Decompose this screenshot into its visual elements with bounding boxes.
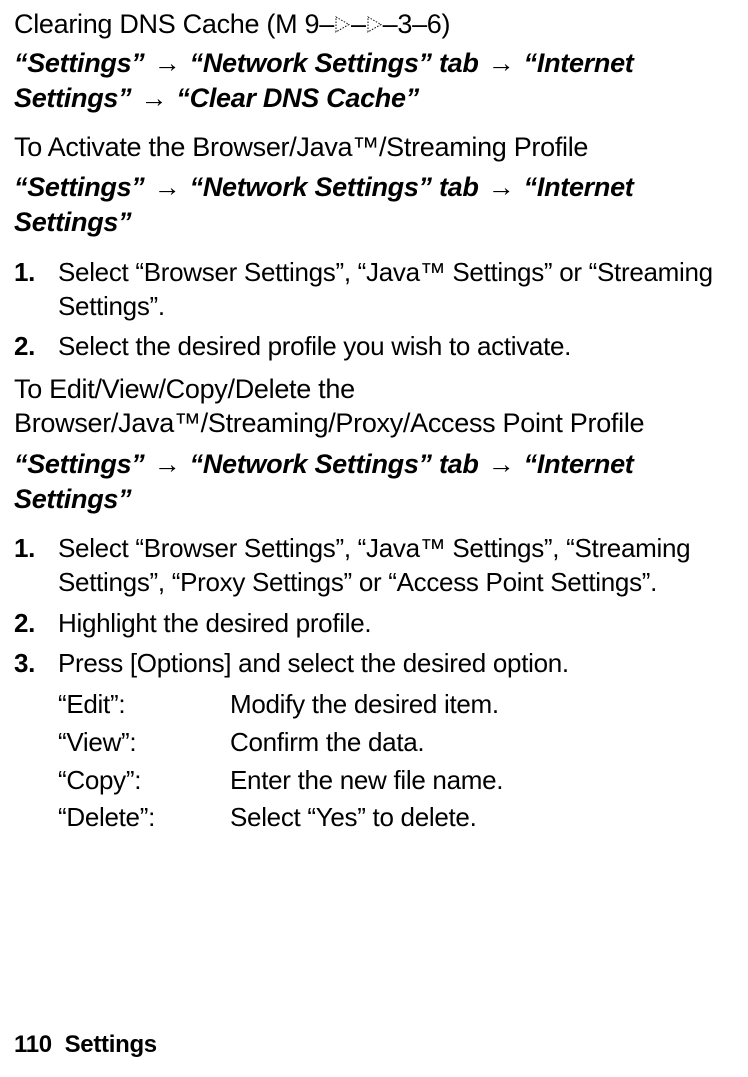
- section-subheading-edit: To Edit/View/Copy/Delete the Browser/Jav…: [14, 373, 734, 441]
- steps-edit: 1. Select “Browser Settings”, “Java™ Set…: [14, 531, 734, 680]
- page-footer: 110 Settings: [14, 1031, 157, 1059]
- option-desc: Modify the desired item.: [230, 686, 499, 724]
- path-part: “Network Settings” tab: [190, 172, 479, 202]
- step-number: 1.: [14, 531, 35, 565]
- option-label: “Copy”:: [58, 762, 230, 800]
- list-item: 3. Press [Options] and select the desire…: [14, 646, 734, 680]
- right-triangle-icon: [334, 15, 351, 34]
- step-text: Select “Browser Settings”, “Java™ Settin…: [58, 257, 713, 321]
- list-item: 1. Select “Browser Settings”, “Java™ Set…: [14, 531, 734, 600]
- section-subheading-activate: To Activate the Browser/Java™/Streaming …: [14, 131, 734, 165]
- step-text: Highlight the desired profile.: [58, 608, 371, 638]
- options-list: “Edit”: Modify the desired item. “View”:…: [14, 686, 734, 837]
- option-label: “View”:: [58, 724, 230, 762]
- step-number: 2.: [14, 606, 35, 640]
- path-part: “Settings”: [14, 172, 145, 202]
- dash: –: [351, 9, 366, 39]
- heading-prefix: Clearing DNS Cache (M 9–: [14, 9, 334, 39]
- nav-path-clear-dns: “Settings” → “Network Settings” tab → “I…: [14, 46, 734, 116]
- list-item: 1. Select “Browser Settings”, “Java™ Set…: [14, 255, 734, 324]
- step-number: 2.: [14, 329, 35, 363]
- option-row: “Copy”: Enter the new file name.: [14, 762, 734, 800]
- path-part: “Settings”: [14, 449, 145, 479]
- step-text: Select “Browser Settings”, “Java™ Settin…: [58, 533, 690, 597]
- option-label: “Edit”:: [58, 686, 230, 724]
- path-part: “Clear DNS Cache”: [176, 83, 419, 113]
- path-part: “Network Settings” tab: [190, 48, 479, 78]
- option-desc: Confirm the data.: [230, 724, 424, 762]
- arrow-icon: →: [486, 449, 517, 479]
- nav-path-edit: “Settings” → “Network Settings” tab → “I…: [14, 447, 734, 517]
- step-number: 3.: [14, 646, 35, 680]
- option-desc: Select “Yes” to delete.: [230, 799, 477, 837]
- arrow-icon: →: [139, 83, 170, 113]
- arrow-icon: →: [486, 172, 517, 202]
- step-text: Select the desired profile you wish to a…: [58, 331, 571, 361]
- option-row: “View”: Confirm the data.: [14, 724, 734, 762]
- option-label: “Delete”:: [58, 799, 230, 837]
- heading-suffix: –3–6): [383, 9, 451, 39]
- right-triangle-icon: [366, 15, 383, 34]
- arrow-icon: →: [152, 48, 183, 78]
- page-number: 110: [14, 1031, 52, 1058]
- steps-activate: 1. Select “Browser Settings”, “Java™ Set…: [14, 255, 734, 364]
- path-part: “Settings”: [14, 48, 145, 78]
- arrow-icon: →: [486, 48, 517, 78]
- step-number: 1.: [14, 255, 35, 289]
- option-row: “Edit”: Modify the desired item.: [14, 686, 734, 724]
- arrow-icon: →: [152, 449, 183, 479]
- list-item: 2. Highlight the desired profile.: [14, 606, 734, 640]
- page-section: Settings: [65, 1031, 157, 1058]
- arrow-icon: →: [152, 172, 183, 202]
- section-heading-clear-dns: Clearing DNS Cache (M 9–––3–6): [14, 8, 734, 40]
- list-item: 2. Select the desired profile you wish t…: [14, 329, 734, 363]
- option-desc: Enter the new file name.: [230, 762, 503, 800]
- option-row: “Delete”: Select “Yes” to delete.: [14, 799, 734, 837]
- step-text: Press [Options] and select the desired o…: [58, 648, 569, 678]
- nav-path-activate: “Settings” → “Network Settings” tab → “I…: [14, 170, 734, 240]
- path-part: “Network Settings” tab: [190, 449, 479, 479]
